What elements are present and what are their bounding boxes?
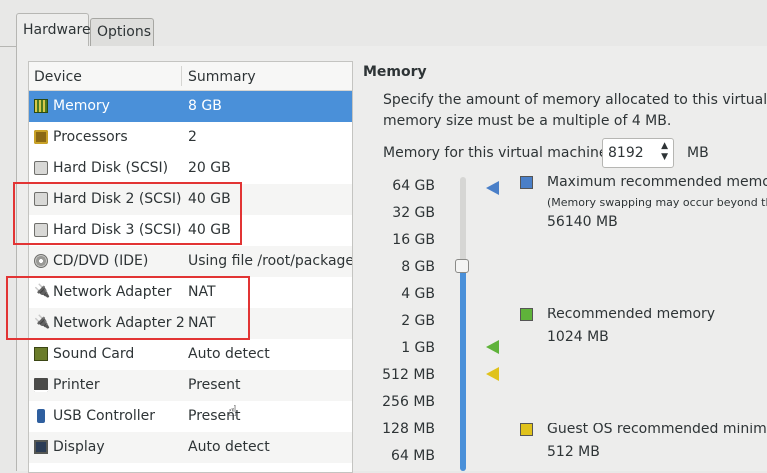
legend-title: Guest OS recommended minimum — [547, 423, 767, 437]
hand-cursor-icon: ☝ — [228, 402, 238, 420]
device-row-hard-disk[interactable]: Hard Disk (SCSI) 20 GB — [29, 153, 352, 184]
legend-guest-minimum: Guest OS recommended minimum 512 MB — [520, 423, 767, 471]
legend-value: 512 MB — [547, 444, 600, 460]
scale-label: 64 MB — [391, 448, 435, 464]
device-row-usb-controller[interactable]: USB Controller Present — [29, 401, 352, 432]
device-row-printer[interactable]: Printer Present — [29, 370, 352, 401]
memory-spinbox[interactable]: 8192 ▲ ▼ — [602, 138, 674, 168]
memory-spinbox-value[interactable]: 8192 — [608, 145, 644, 161]
scale-label: 64 GB — [392, 178, 435, 194]
device-row-cd-dvd[interactable]: CD/DVD (IDE) Using file /root/package/C — [29, 246, 352, 277]
legend-value: 56140 MB — [547, 214, 618, 230]
display-icon — [34, 440, 48, 454]
processor-icon — [34, 130, 48, 144]
memory-slider-thumb[interactable] — [455, 259, 469, 273]
device-summary: 8 GB — [188, 98, 222, 114]
recommended-marker-icon — [486, 340, 499, 354]
device-list[interactable]: Device Summary Memory 8 GB Processors 2 … — [28, 61, 353, 473]
legend-recommended: Recommended memory 1024 MB — [520, 308, 767, 348]
scale-label: 1 GB — [401, 340, 435, 356]
device-summary: Auto detect — [188, 346, 270, 362]
device-row-processors[interactable]: Processors 2 — [29, 122, 352, 153]
cd-dvd-icon — [34, 254, 48, 268]
hard-disk-icon — [34, 161, 48, 175]
device-summary: 2 — [188, 129, 197, 145]
memory-description: Specify the amount of memory allocated t… — [383, 90, 767, 132]
device-list-header: Device Summary — [29, 62, 352, 91]
legend-title: Recommended memory — [547, 308, 716, 322]
legend-title: Maximum recommended memory — [547, 176, 767, 190]
scale-label: 256 MB — [382, 394, 435, 410]
device-row-display[interactable]: Display Auto detect — [29, 432, 352, 463]
column-header-device[interactable]: Device — [34, 69, 82, 85]
column-separator — [181, 66, 182, 86]
scale-label: 512 MB — [382, 367, 435, 383]
device-summary: Present — [188, 377, 241, 393]
highlight-box-hard-disks — [13, 182, 242, 245]
device-name: Memory — [53, 98, 110, 114]
memory-icon — [34, 99, 48, 113]
tab-options[interactable]: Options — [90, 18, 154, 46]
device-name: Printer — [53, 377, 100, 393]
scale-label: 16 GB — [392, 232, 435, 248]
scale-label: 4 GB — [401, 286, 435, 302]
legend-note: (Memory swapping may occur beyond th — [547, 196, 767, 209]
device-name: CD/DVD (IDE) — [53, 253, 149, 269]
memory-field-label: Memory for this virtual machine: — [383, 145, 613, 161]
guest-minimum-marker-icon — [486, 367, 499, 381]
memory-unit-label: MB — [687, 145, 709, 161]
highlight-box-network-adapters — [6, 276, 250, 340]
legend-value: 1024 MB — [547, 329, 609, 345]
spin-arrows-icon[interactable]: ▲ ▼ — [661, 141, 668, 163]
scale-label: 32 GB — [392, 205, 435, 221]
green-square-icon — [520, 308, 533, 321]
memory-description-line-2: memory size must be a multiple of 4 MB. — [383, 113, 672, 129]
memory-description-line-1: Specify the amount of memory allocated t… — [383, 92, 767, 108]
scale-label: 8 GB — [401, 259, 435, 275]
device-row-memory[interactable]: Memory 8 GB — [29, 91, 352, 122]
device-name: USB Controller — [53, 408, 156, 424]
usb-icon — [37, 409, 45, 423]
tab-hardware[interactable]: Hardware — [16, 13, 91, 47]
legend-max-recommended: Maximum recommended memory (Memory swapp… — [520, 176, 767, 236]
device-row-sound-card[interactable]: Sound Card Auto detect — [29, 339, 352, 370]
device-summary: 20 GB — [188, 160, 231, 176]
device-name: Sound Card — [53, 346, 135, 362]
device-name: Display — [53, 439, 105, 455]
tab-bar: Hardware Options — [0, 0, 767, 47]
column-header-summary[interactable]: Summary — [188, 69, 256, 85]
device-summary: Auto detect — [188, 439, 270, 455]
device-summary: Using file /root/package/C — [188, 253, 353, 269]
device-name: Hard Disk (SCSI) — [53, 160, 169, 176]
device-name: Processors — [53, 129, 128, 145]
printer-icon — [34, 378, 48, 392]
yellow-square-icon — [520, 423, 533, 436]
blue-square-icon — [520, 176, 533, 189]
memory-section-title: Memory — [363, 64, 427, 80]
memory-slider-fill — [460, 272, 466, 471]
scale-label: 128 MB — [382, 421, 435, 437]
max-recommended-marker-icon — [486, 181, 499, 195]
scale-label: 2 GB — [401, 313, 435, 329]
sound-card-icon — [34, 347, 48, 361]
